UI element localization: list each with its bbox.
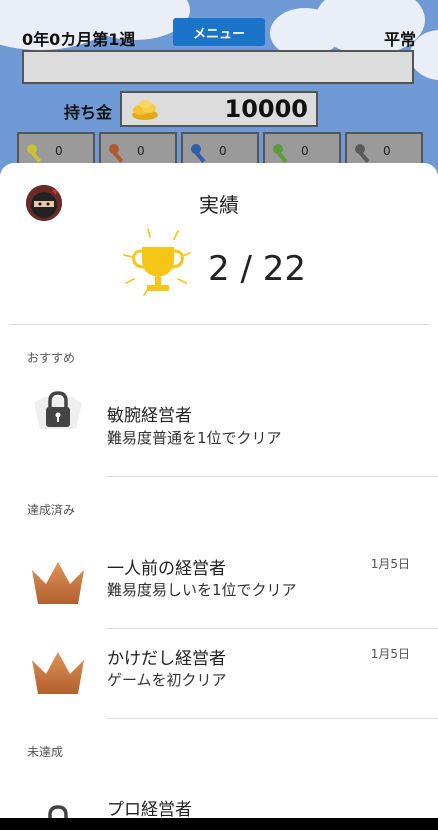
achievement-title: プロ経営者 — [107, 800, 192, 818]
key-icon — [191, 144, 206, 163]
section-label-not-achieved: 未達成 — [27, 745, 64, 759]
achievement-description: 難易度普通を1位でクリア — [107, 429, 282, 447]
key-count: 0 — [383, 144, 391, 158]
game-status: 平常 — [383, 30, 416, 49]
money-label: 持ち金 — [64, 103, 113, 122]
achievement-date: 1月5日 — [370, 647, 410, 661]
divider — [107, 628, 438, 629]
key-count: 0 — [301, 144, 309, 158]
key-count: 0 — [219, 144, 227, 158]
game-date: 0年0カ月第1週 — [22, 30, 136, 49]
key-icon — [273, 144, 288, 163]
achievement-title: 一人前の経営者 — [107, 559, 226, 579]
trophy-icon — [123, 228, 191, 296]
key-count: 0 — [137, 144, 145, 158]
coin-pile-icon — [132, 100, 158, 120]
message-bar — [22, 50, 414, 84]
achievement-description: ゲームを初クリア — [107, 671, 227, 689]
system-navigation-bar — [0, 818, 438, 830]
divider — [107, 718, 438, 719]
achievement-description: 難易度易しいを1位でクリア — [107, 581, 297, 599]
key-icon — [355, 144, 370, 163]
achievement-title: 敏腕経営者 — [107, 406, 192, 426]
section-label-recommended: おすすめ — [27, 351, 76, 365]
money-box: 10000 — [120, 91, 318, 127]
achievement-date: 1月5日 — [370, 557, 410, 571]
menu-button[interactable]: メニュー — [173, 18, 265, 46]
money-value: 10000 — [224, 95, 309, 123]
divider — [9, 324, 429, 325]
game-screen: 0年0カ月第1週 メニュー 平常 持ち金 10000 0 0 0 0 0 — [0, 0, 438, 190]
key-icon — [27, 144, 42, 163]
divider — [107, 476, 438, 477]
bronze-crown-icon — [32, 562, 84, 604]
bronze-crown-icon — [32, 652, 84, 694]
key-icon — [109, 144, 124, 163]
achievement-progress: 2 / 22 — [208, 249, 306, 289]
lock-icon — [34, 391, 82, 429]
achievements-sheet: 実績 2 / 22 おすすめ 敏腕経営者 難易度普通を1位でクリア 達成済み 一… — [0, 163, 438, 818]
lock-icon — [48, 805, 68, 818]
sheet-title: 実績 — [199, 193, 239, 217]
section-label-achieved: 達成済み — [27, 503, 76, 517]
key-count: 0 — [55, 144, 63, 158]
achievement-title: かけだし経営者 — [107, 649, 226, 669]
